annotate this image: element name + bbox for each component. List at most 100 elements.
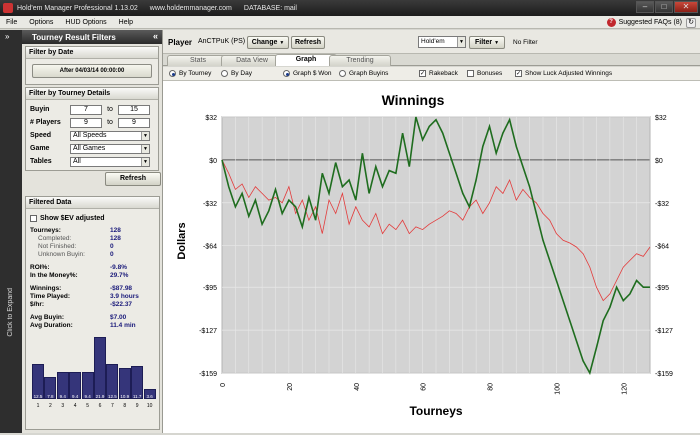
- filter-status: No Filter: [513, 39, 538, 46]
- menu-options[interactable]: Options: [23, 19, 59, 26]
- stat-label: Time Played:: [30, 292, 70, 300]
- filter-button[interactable]: Filter ▼: [469, 36, 505, 49]
- luck-adjusted-option[interactable]: ✓ Show Luck Adjusted Winnings: [515, 70, 612, 77]
- to-label: to: [107, 119, 113, 126]
- menu-help[interactable]: Help: [113, 19, 139, 26]
- graph-won-label: Graph $ Won: [293, 70, 332, 77]
- chevron-down-icon: ▼: [279, 40, 285, 46]
- tab-stats[interactable]: Stats: [167, 55, 229, 66]
- stat-value: 128: [110, 234, 121, 242]
- graph-won-option[interactable]: Graph $ Won: [283, 70, 332, 77]
- close-button[interactable]: ✕: [674, 1, 698, 13]
- collapse-icon[interactable]: «: [153, 31, 158, 41]
- chevron-down-icon[interactable]: ▼: [141, 144, 149, 153]
- filter-panel-title: Tourney Result Filters: [32, 32, 116, 42]
- histogram-x-label: 3: [61, 403, 65, 409]
- suggested-faqs[interactable]: ? Suggested FAQs (8) ↻: [606, 17, 696, 28]
- app-url: www.holdemmanager.com: [149, 4, 232, 12]
- expand-arrow-icon[interactable]: »: [5, 32, 9, 41]
- speed-label: Speed: [30, 132, 52, 139]
- database-label: DATABASE: mail: [243, 4, 297, 12]
- rakeback-option[interactable]: ✓ Rakeback: [419, 70, 458, 77]
- stat-value: 3.9 hours: [110, 292, 139, 300]
- stat-row: Tourneys: 128: [30, 226, 159, 234]
- faq-label: Suggested FAQs (8): [618, 19, 682, 26]
- stat-label: Tourneys:: [30, 226, 61, 234]
- players-row: # Players 9 to 9: [26, 116, 158, 129]
- buyin-from-input[interactable]: 7: [70, 104, 102, 115]
- stat-label: Completed:: [38, 234, 72, 242]
- expand-strip[interactable]: » Click to Expand: [0, 30, 22, 433]
- histogram-x-label: 4: [73, 403, 77, 409]
- by-day-option[interactable]: By Day: [221, 70, 252, 77]
- tab-data-view[interactable]: Data View: [221, 55, 283, 66]
- radio-icon[interactable]: [339, 70, 346, 77]
- histogram-bar-label: 7.8: [47, 394, 54, 399]
- stat-label: ROI%:: [30, 263, 50, 271]
- stat-value: 0: [110, 250, 114, 258]
- chevron-down-icon[interactable]: ▼: [141, 131, 149, 140]
- speed-select[interactable]: All Speeds ▼: [70, 130, 150, 141]
- minimize-button[interactable]: –: [636, 1, 654, 13]
- maximize-button[interactable]: □: [655, 1, 673, 13]
- by-day-label: By Day: [231, 70, 252, 77]
- menu-file[interactable]: File: [0, 19, 23, 26]
- histogram-bar-label: 11.7: [132, 394, 142, 399]
- tab-graph[interactable]: Graph: [275, 54, 337, 66]
- show-ev-checkbox[interactable]: Show $EV adjusted: [30, 215, 159, 222]
- checkbox-icon[interactable]: [30, 215, 37, 222]
- stat-label: Not Finished:: [38, 242, 77, 250]
- y-tick-label-right: -$95: [655, 285, 669, 292]
- title-bar: Hold'em Manager Professional 1.13.02 www…: [0, 0, 700, 16]
- tab-bar: Stats Data View Graph Trending: [163, 54, 700, 66]
- date-filter-button[interactable]: After 04/03/14 00:00:00: [32, 64, 152, 78]
- x-tick-label: 60: [421, 383, 428, 391]
- graph-buyins-option[interactable]: Graph Buyins: [339, 70, 388, 77]
- x-tick-label: 40: [354, 383, 361, 391]
- change-label: Change: [251, 39, 278, 46]
- stats-list: Tourneys: 128 Completed: 128 Not Finished: 0 U…: [26, 226, 159, 329]
- radio-icon[interactable]: [221, 70, 228, 77]
- histogram-x-label: 1: [36, 403, 40, 409]
- game-row: Game All Games ▼: [26, 142, 158, 155]
- winnings-chart: Winnings Tourneys Dollars $32 $32 $0 $0 -$32…: [176, 92, 673, 418]
- checkbox-icon[interactable]: [467, 70, 474, 77]
- y-tick-label-right: -$64: [655, 244, 669, 251]
- graph-buyins-label: Graph Buyins: [349, 70, 389, 77]
- rakeback-label: Rakeback: [429, 70, 458, 77]
- checkbox-checked-icon[interactable]: ✓: [515, 70, 522, 77]
- stat-row: Avg Buyin: $7.00: [30, 313, 159, 321]
- change-player-button[interactable]: Change ▼: [247, 36, 289, 49]
- players-to-input[interactable]: 9: [118, 117, 150, 128]
- player-name: AnCTPuK (PS): [198, 38, 246, 45]
- y-axis-label: Dollars: [176, 222, 188, 259]
- buyin-row: Buyin 7 to 15: [26, 103, 158, 116]
- filter-panel-header: Tourney Result Filters «: [22, 30, 162, 44]
- radio-selected-icon[interactable]: [283, 70, 290, 77]
- by-tourney-option[interactable]: By Tourney: [169, 70, 211, 77]
- checkbox-checked-icon[interactable]: ✓: [419, 70, 426, 77]
- game-type-select[interactable]: Hold'em ▼: [418, 36, 466, 48]
- game-select[interactable]: All Games ▼: [70, 143, 150, 154]
- refresh-filters-button[interactable]: Refresh: [105, 172, 161, 186]
- expand-label: Click to Expand: [7, 288, 14, 337]
- stat-value: -9.8%: [110, 263, 127, 271]
- chevron-down-icon: ▼: [494, 40, 500, 46]
- tables-label: Tables: [30, 158, 52, 165]
- radio-selected-icon[interactable]: [169, 70, 176, 77]
- plot-area: $32 $32 $0 $0 -$32 -$32 -$64 -$64 -$95 -$95 -$127 -…: [199, 115, 673, 395]
- bonuses-option[interactable]: Bonuses: [467, 70, 502, 77]
- players-from-input[interactable]: 9: [70, 117, 102, 128]
- refresh-icon[interactable]: ↻: [686, 17, 696, 28]
- menu-hud-options[interactable]: HUD Options: [59, 19, 112, 26]
- refresh-button[interactable]: Refresh: [291, 36, 325, 49]
- y-tick-label: -$159: [199, 371, 217, 378]
- tables-select[interactable]: All ▼: [70, 156, 150, 167]
- chevron-down-icon[interactable]: ▼: [141, 157, 149, 166]
- stat-row: Winnings: -$87.98: [30, 284, 159, 292]
- buyin-to-input[interactable]: 15: [118, 104, 150, 115]
- stat-label: $/hr:: [30, 300, 45, 308]
- chevron-down-icon[interactable]: ▼: [457, 37, 465, 47]
- y-tick-label: -$95: [203, 285, 217, 292]
- tab-trending[interactable]: Trending: [329, 55, 391, 66]
